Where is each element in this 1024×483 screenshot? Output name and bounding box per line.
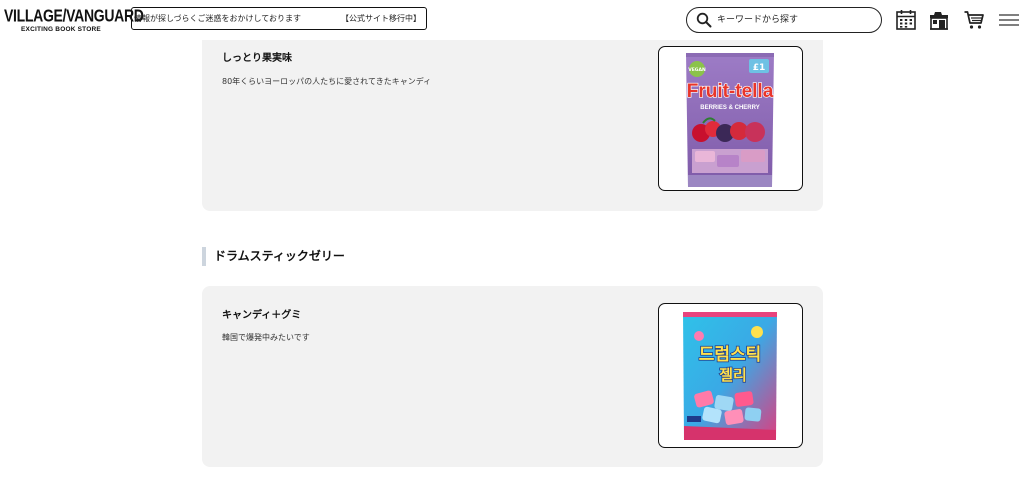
notice-link[interactable]: 【公式サイト移行中】 — [341, 13, 421, 24]
search-input[interactable] — [717, 12, 867, 28]
package-title-line2: 젤리 — [719, 366, 747, 384]
site-header: VILLAGE/VANGUARD EXCITING BOOK STORE 情報が… — [0, 0, 1024, 40]
package-title-line1: 드럼스틱 — [699, 345, 762, 365]
site-logo[interactable]: VILLAGE/VANGUARD EXCITING BOOK STORE — [4, 5, 144, 35]
logo-main-text: VILLAGE/VANGUARD — [4, 5, 144, 25]
section-heading: ドラムスティックゼリー — [202, 247, 345, 266]
cart-icon[interactable] — [963, 9, 985, 31]
package-flavor-text: BERRIES & CHERRY — [700, 105, 759, 111]
product-description: 80年くらいヨーロッパの人たちに愛されてきたキャンディ — [222, 77, 432, 86]
menu-icon[interactable] — [998, 9, 1020, 31]
notice-text: 情報が探しづらくご迷惑をおかけしております — [134, 14, 302, 23]
package-brand-text: Fruit-tella — [687, 81, 774, 102]
drumstick-jelly-package-image: 드럼스틱 젤리 — [683, 312, 777, 440]
store-icon[interactable] — [928, 9, 950, 31]
product-card: しっとり果実味 80年くらいヨーロッパの人たちに愛されてきたキャンディ VEGA… — [202, 12, 823, 211]
notice-banner[interactable]: 情報が探しづらくご迷惑をおかけしております 【公式サイト移行中】 — [131, 7, 427, 30]
fruittella-package-image: VEGAN £1 Fruit-tella BERRIES & CHERRY — [686, 53, 774, 187]
package-price-text: £1 — [753, 63, 766, 73]
package-badge-text: VEGAN — [688, 67, 706, 73]
calendar-icon[interactable] — [895, 9, 917, 31]
product-description: 韓国で爆発中みたいです — [222, 333, 310, 342]
product-card: キャンディ＋グミ 韓国で爆発中みたいです 드럼스틱 젤리 — [202, 286, 823, 467]
product-image-frame[interactable]: 드럼스틱 젤리 — [658, 303, 803, 448]
product-image-frame[interactable]: VEGAN £1 Fruit-tella BERRIES & CHERRY — [658, 46, 803, 191]
search-icon[interactable] — [696, 12, 712, 28]
logo-sub-text: EXCITING BOOK STORE — [21, 26, 101, 33]
search-box[interactable] — [686, 7, 882, 33]
product-title: しっとり果実味 — [222, 53, 292, 64]
product-title: キャンディ＋グミ — [222, 310, 302, 321]
